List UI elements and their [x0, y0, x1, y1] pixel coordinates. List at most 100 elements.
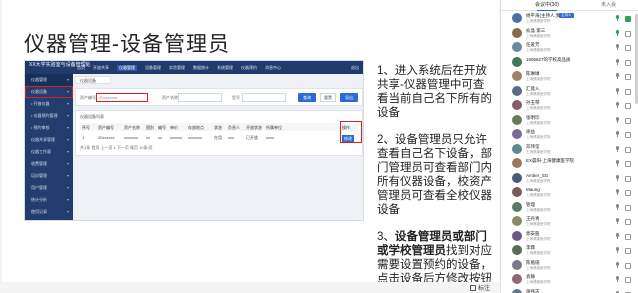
microphone-icon[interactable]: [615, 189, 620, 195]
tab-in-meeting[interactable]: 会议中(30): [535, 1, 559, 11]
camera-icon[interactable]: [625, 30, 631, 37]
camera-icon[interactable]: [625, 73, 631, 80]
microphone-icon[interactable]: [615, 174, 620, 181]
camera-icon[interactable]: [625, 44, 631, 51]
microphone-icon[interactable]: [615, 102, 620, 108]
microphone-icon[interactable]: [615, 73, 620, 79]
microphone-icon[interactable]: [615, 131, 620, 137]
camera-icon[interactable]: [625, 117, 631, 124]
participant-row[interactable]: 王丹青 上海健康医学院: [501, 215, 638, 230]
avatar: [512, 114, 522, 125]
camera-icon[interactable]: [625, 189, 631, 196]
table-cell: xxxxxxx: [188, 135, 202, 140]
microphone-icon[interactable]: [615, 232, 620, 239]
camera-icon[interactable]: [625, 102, 631, 109]
microphone-icon[interactable]: [615, 29, 620, 36]
microphone-icon[interactable]: [615, 15, 620, 21]
participant-row[interactable]: 李霖 上海健康医学院: [501, 244, 638, 259]
camera-icon[interactable]: [625, 160, 631, 167]
microphone-icon[interactable]: [615, 218, 620, 224]
microphone-icon[interactable]: [615, 145, 620, 152]
participant-row[interactable]: 徐益 上海健康医学院: [501, 128, 638, 143]
participant-row[interactable]: 1506627的学校高品质: [501, 56, 638, 71]
microphone-icon[interactable]: [615, 116, 620, 123]
participant-row[interactable]: 俞晶 第三 上海健康医学院: [501, 27, 638, 42]
note-number: 2、: [377, 134, 395, 146]
microphone-icon[interactable]: [615, 203, 620, 210]
table-cell: xx: [158, 135, 162, 140]
filter-asset-name-box: [178, 93, 222, 102]
system-menu-item: 数据统计: [193, 65, 209, 70]
filter-label-model: 型号: [232, 95, 240, 100]
system-sidebar-item: 仪器工作量 ▾: [25, 146, 73, 158]
camera-icon[interactable]: [625, 175, 631, 182]
microphone-icon[interactable]: [615, 44, 620, 50]
avatar: [512, 85, 522, 96]
camera-icon[interactable]: [625, 15, 631, 22]
participant-row[interactable]: 孙玉琴 上海健康医学院: [501, 99, 638, 114]
note-number: 1、: [377, 65, 395, 77]
participant-row[interactable]: 施伟志上海健康医学院: [501, 288, 638, 293]
camera-icon[interactable]: [625, 59, 631, 66]
participant-row[interactable]: Amber_SG 上海健康医学院: [501, 172, 638, 187]
camera-icon[interactable]: [625, 131, 631, 138]
participant-row[interactable]: 管理 上海健康医学院: [501, 201, 638, 216]
table-cell: xxxxxxx: [124, 135, 138, 140]
shared-screen-area: 仪器管理-设备管理员 XX大学实验室与设备管理处 首页 开放共享 仪器管理 设备管理实…: [0, 0, 500, 293]
participant-row[interactable]: 陈琳琳 上海健康医学院: [501, 70, 638, 85]
system-sidebar-item: 使用记录 ▾: [25, 206, 73, 218]
camera-icon[interactable]: [625, 204, 631, 211]
camera-icon[interactable]: [625, 247, 631, 254]
participant-name: Amber_SG: [526, 172, 549, 178]
filter-reset-button: 重置: [320, 93, 336, 102]
annotate-button[interactable]: 标注: [470, 283, 490, 292]
instruction-notes: 1、进入系统后在开放共享-仪器管理中可查看当前自己名下所有的设备 2、设备管理员只…: [377, 64, 495, 293]
system-sidebar: 仪器管理 ▾ 仪器设备 ▾ • 开放仪器 ▾ • 仪器预约管理 ▾ • 预约审核 ▾ 仪器共享管理 ▾…: [25, 74, 73, 220]
camera-icon[interactable]: [625, 262, 631, 269]
participant-org: 上海健康医学院: [526, 149, 551, 154]
participant-row[interactable]: 张明珍 上海健康医学院: [501, 114, 638, 129]
camera-icon[interactable]: [625, 218, 631, 225]
participant-row[interactable]: 郭安瓿 上海健康医学院: [501, 230, 638, 245]
participant-row[interactable]: Maung 上海健康医学院: [501, 186, 638, 201]
avatar: [512, 172, 522, 183]
system-sidebar-item: 仪器共享管理 ▾: [25, 134, 73, 146]
table-pager: 共1条 首页 上一页 1 下一页 尾页 10条/页: [80, 145, 153, 150]
participant-row[interactable]: 邓玮莹 上海健康医学院: [501, 143, 638, 158]
participant-row[interactable]: 袁静 上海健康医学院: [501, 273, 638, 288]
table-header-cell: 所属单位: [266, 125, 282, 130]
participant-row[interactable]: 汇能入 上海健康医学院: [501, 85, 638, 100]
participant-org: 上海健康医学院: [526, 178, 551, 183]
tab-not-joined[interactable]: 未入会: [601, 1, 616, 9]
annotate-label: 标注: [478, 286, 491, 292]
camera-icon[interactable]: [625, 146, 631, 153]
avatar: [512, 230, 522, 241]
instruction-note: 1、进入系统后在开放共享-仪器管理中可查看当前自己名下所有的设备: [377, 64, 495, 120]
slide-title: 仪器管理-设备管理员: [24, 33, 230, 56]
participant-row[interactable]: 陈瓶纸 上海健康医学院: [501, 259, 638, 274]
participant-org: 上海健康医学院: [526, 19, 551, 23]
microphone-icon[interactable]: [615, 87, 620, 94]
system-menu-item: 开放共享: [93, 65, 109, 70]
microphone-icon[interactable]: [615, 276, 620, 282]
participant-row[interactable]: EX晨阳-上海健康医学院: [501, 157, 638, 172]
microphone-icon[interactable]: [615, 58, 620, 65]
chevron-down-icon: ▾: [66, 137, 69, 142]
chevron-down-icon: ▾: [66, 89, 69, 94]
chevron-down-icon: ▾: [66, 185, 69, 190]
participant-row[interactable]: 任爱芳 上海健康医学院: [501, 41, 638, 56]
camera-icon[interactable]: [625, 88, 631, 95]
system-sidebar-item: 收费管理 ▾: [25, 158, 73, 170]
microphone-icon[interactable]: [615, 247, 620, 253]
avatar: [512, 71, 522, 81]
host-badge: 主持人: [559, 13, 574, 18]
table-header-cell: 状态: [214, 125, 222, 130]
chevron-down-icon: ▾: [66, 101, 69, 106]
camera-icon[interactable]: [625, 233, 631, 240]
microphone-icon[interactable]: [615, 261, 620, 268]
camera-icon[interactable]: [625, 276, 631, 283]
participant-row[interactable]: 杨平海(主持人,我) 上海健康医学院 主持人: [501, 12, 638, 27]
participant-name: 1506627的学校高品质: [526, 56, 571, 62]
chevron-down-icon: ▾: [66, 209, 69, 214]
microphone-icon[interactable]: [615, 160, 620, 166]
